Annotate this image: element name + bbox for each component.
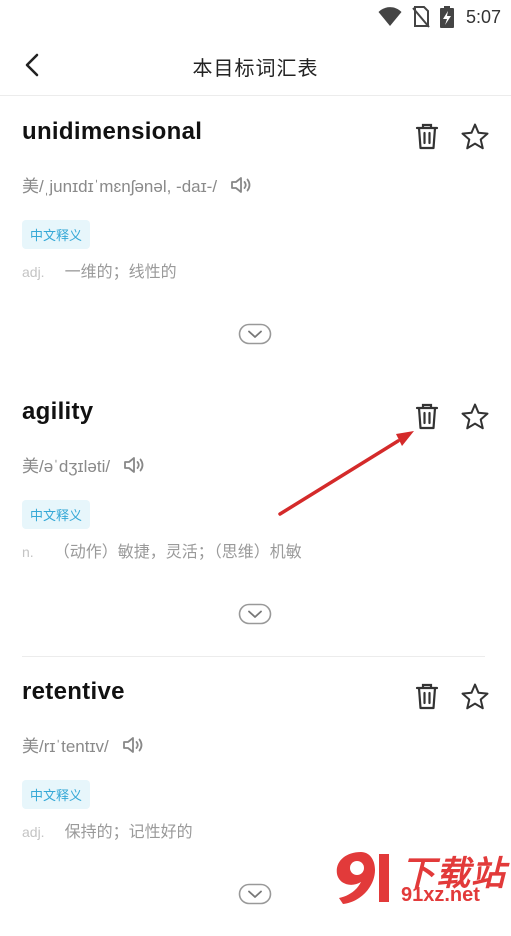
word-title: unidimensional [22, 118, 203, 145]
pronunciation: 美/ˌjunɪdɪˈmɛnʃənəl, -daɪ-/ [22, 177, 218, 196]
play-pronunciation-button[interactable] [122, 454, 146, 476]
pronunciation-row: 美/ˌjunɪdɪˈmɛnʃənəl, -daɪ-/ [22, 172, 253, 197]
delete-button[interactable] [410, 400, 444, 434]
delete-button[interactable] [410, 120, 444, 154]
star-icon [461, 123, 489, 150]
definition: 一维的；线性的 [64, 264, 177, 281]
play-pronunciation-button[interactable] [121, 734, 145, 756]
definition: （动作）敏捷，灵活；（思维）机敏 [53, 544, 302, 561]
watermark-url: 91xz.net [401, 884, 480, 906]
pronunciation: 美/rɪˈtentɪv/ [22, 737, 109, 756]
word-card: agility 美/əˈdʒɪləti/ 中文释义 n. （动作）敏捷，灵活；（… [0, 376, 511, 656]
definition-tag: 中文释义 [22, 500, 91, 529]
expand-button[interactable] [238, 882, 272, 906]
pronunciation-row: 美/rɪˈtentɪv/ [22, 732, 145, 757]
word-title: agility [22, 398, 94, 425]
definition-tag: 中文释义 [22, 220, 91, 249]
part-of-speech: n. [22, 544, 34, 560]
chevron-down-icon [238, 603, 272, 625]
battery-charging-icon [439, 6, 454, 28]
definition-row: n. （动作）敏捷，灵活；（思维）机敏 [22, 538, 302, 562]
watermark: 下载站 91xz.net [331, 846, 511, 910]
expand-button[interactable] [238, 322, 272, 346]
trash-icon [415, 403, 439, 430]
word-list: unidimensional 美/ˌjunɪdɪˈmɛnʃənəl, -daɪ-… [0, 96, 511, 936]
favorite-button[interactable] [458, 400, 492, 434]
word-card: unidimensional 美/ˌjunɪdɪˈmɛnʃənəl, -daɪ-… [0, 96, 511, 376]
star-icon [461, 403, 489, 430]
play-pronunciation-button[interactable] [229, 174, 253, 196]
definition-tag: 中文释义 [22, 780, 91, 809]
watermark-logo-icon [336, 852, 389, 904]
status-icons: 5:07 [378, 6, 501, 28]
speaker-icon [231, 176, 251, 193]
status-bar: 5:07 [0, 0, 511, 34]
definition-row: adj. 保持的；记性好的 [22, 818, 193, 842]
delete-button[interactable] [410, 680, 444, 714]
pronunciation-row: 美/əˈdʒɪləti/ [22, 452, 146, 477]
speaker-icon [122, 736, 143, 753]
definition-row: adj. 一维的；线性的 [22, 258, 177, 282]
favorite-button[interactable] [458, 680, 492, 714]
app-bar: 本目标词汇表 [0, 34, 511, 96]
status-time: 5:07 [465, 6, 501, 27]
trash-icon [415, 683, 439, 710]
no-sim-icon [412, 6, 430, 28]
page-title: 本目标词汇表 [192, 58, 319, 80]
expand-button[interactable] [238, 602, 272, 626]
chevron-down-icon [238, 883, 272, 905]
part-of-speech: adj. [22, 264, 45, 280]
speaker-icon [124, 456, 144, 473]
chevron-down-icon [238, 323, 272, 345]
trash-icon [415, 123, 439, 150]
pronunciation: 美/əˈdʒɪləti/ [22, 457, 111, 476]
definition: 保持的；记性好的 [64, 824, 193, 841]
wifi-icon [378, 7, 402, 26]
word-title: retentive [22, 678, 125, 705]
part-of-speech: adj. [22, 824, 45, 840]
card-divider [22, 656, 485, 657]
star-icon [461, 683, 489, 710]
favorite-button[interactable] [458, 120, 492, 154]
